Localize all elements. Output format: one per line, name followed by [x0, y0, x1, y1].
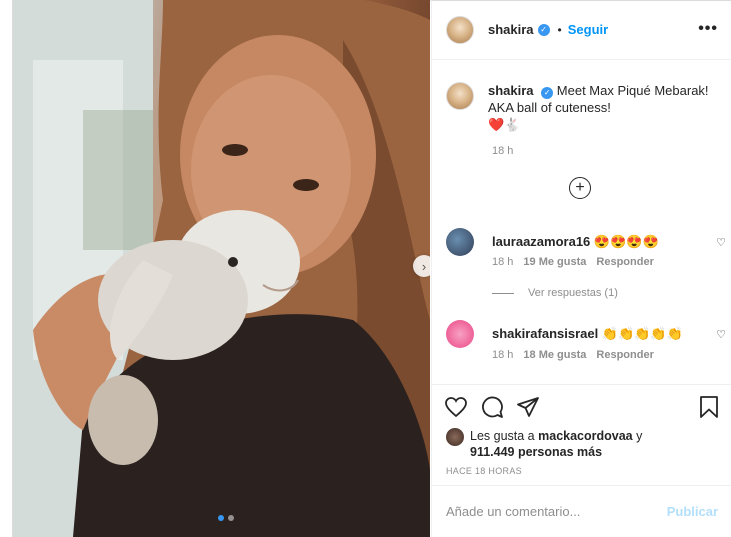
like-comment-heart-icon[interactable]: ♡ [716, 236, 726, 249]
comment-item: lauraazamora16 😍😍😍😍 ♡ [446, 228, 726, 256]
comment-body: 👏👏👏👏👏 [601, 326, 683, 341]
bookmark-icon [700, 396, 718, 418]
post-timestamp[interactable]: HACE 18 HORAS [446, 466, 522, 476]
post-comment-button[interactable]: Publicar [667, 504, 718, 519]
comment-text: shakirafansisrael 👏👏👏👏👏 [492, 326, 683, 342]
comment-time[interactable]: 18 h [492, 349, 513, 361]
commenter-avatar[interactable] [446, 228, 474, 256]
comment-item: shakirafansisrael 👏👏👏👏👏 ♡ [446, 320, 726, 348]
carousel-next-button[interactable]: › [413, 255, 430, 277]
verified-badge-icon: ✓ [541, 87, 554, 99]
liker-avatar[interactable] [446, 428, 464, 446]
replies-divider [492, 292, 514, 294]
carousel-indicator [218, 515, 234, 521]
caption-username[interactable]: shakira [488, 83, 534, 98]
carousel-dot [228, 515, 234, 521]
author-username[interactable]: shakira [488, 22, 534, 37]
caption-emojis: ❤️🐇 [488, 117, 521, 132]
caption-timestamp: 18 h [492, 145, 514, 157]
add-comment-bar: Publicar [432, 485, 731, 537]
post-photo[interactable]: › [13, 0, 430, 537]
separator-dot: • [557, 22, 562, 37]
plus-circle-icon: + [575, 179, 585, 196]
comment-username[interactable]: shakirafansisrael [492, 326, 598, 341]
more-options-icon[interactable]: ••• [698, 20, 718, 38]
liker-username[interactable]: mackacordovaa [538, 429, 633, 443]
post-actions: Les gusta a mackacordovaa y 911.449 pers… [432, 384, 731, 484]
likes-connector: y [636, 429, 643, 443]
comment-meta: 18 h 18 Me gusta Responder [492, 349, 654, 361]
load-more-comments-button[interactable]: + [569, 177, 591, 199]
share-icon[interactable] [516, 395, 540, 419]
comment-username[interactable]: lauraazamora16 [492, 234, 590, 249]
likes-summary: Les gusta a mackacordovaa y 911.449 pers… [446, 428, 642, 460]
reply-button[interactable]: Responder [596, 256, 653, 268]
view-replies-label: Ver respuestas (1) [528, 287, 618, 299]
caption-avatar[interactable] [446, 82, 474, 110]
comment-likes[interactable]: 18 Me gusta [523, 349, 586, 361]
like-comment-heart-icon[interactable]: ♡ [716, 328, 726, 341]
caption-text-block: shakira ✓ Meet Max Piqué Mebarak! AKA ba… [488, 82, 718, 133]
heart-icon[interactable] [444, 395, 468, 419]
likes-prefix: Les gusta a [470, 429, 535, 443]
commenter-avatar[interactable] [446, 320, 474, 348]
comment-body: 😍😍😍😍 [593, 234, 659, 249]
follow-button[interactable]: Seguir [568, 22, 608, 37]
post-header: shakira ✓ • Seguir ••• [432, 0, 731, 60]
view-replies[interactable]: Ver respuestas (1) [492, 287, 618, 299]
comment-likes[interactable]: 19 Me gusta [523, 256, 586, 268]
action-icons [444, 395, 540, 419]
comment-text: lauraazamora16 😍😍😍😍 [492, 234, 659, 250]
author-avatar[interactable] [446, 15, 474, 44]
comment-meta: 18 h 19 Me gusta Responder [492, 256, 654, 268]
photo-illustration [13, 0, 430, 537]
reply-button[interactable]: Responder [596, 349, 653, 361]
comment-time[interactable]: 18 h [492, 256, 513, 268]
carousel-dot-active [218, 515, 224, 521]
caption: shakira ✓ Meet Max Piqué Mebarak! AKA ba… [446, 82, 726, 133]
likes-text: Les gusta a mackacordovaa y 911.449 pers… [470, 428, 642, 460]
save-bookmark-button[interactable] [698, 395, 720, 419]
post-side-panel: shakira ✓ • Seguir ••• shakira ✓ Meet Ma… [431, 0, 731, 537]
comment-input[interactable] [446, 504, 667, 519]
comment-icon[interactable] [480, 395, 504, 419]
verified-badge-icon: ✓ [537, 23, 550, 36]
chevron-right-icon: › [421, 258, 427, 274]
likes-count[interactable]: 911.449 personas más [470, 445, 602, 459]
